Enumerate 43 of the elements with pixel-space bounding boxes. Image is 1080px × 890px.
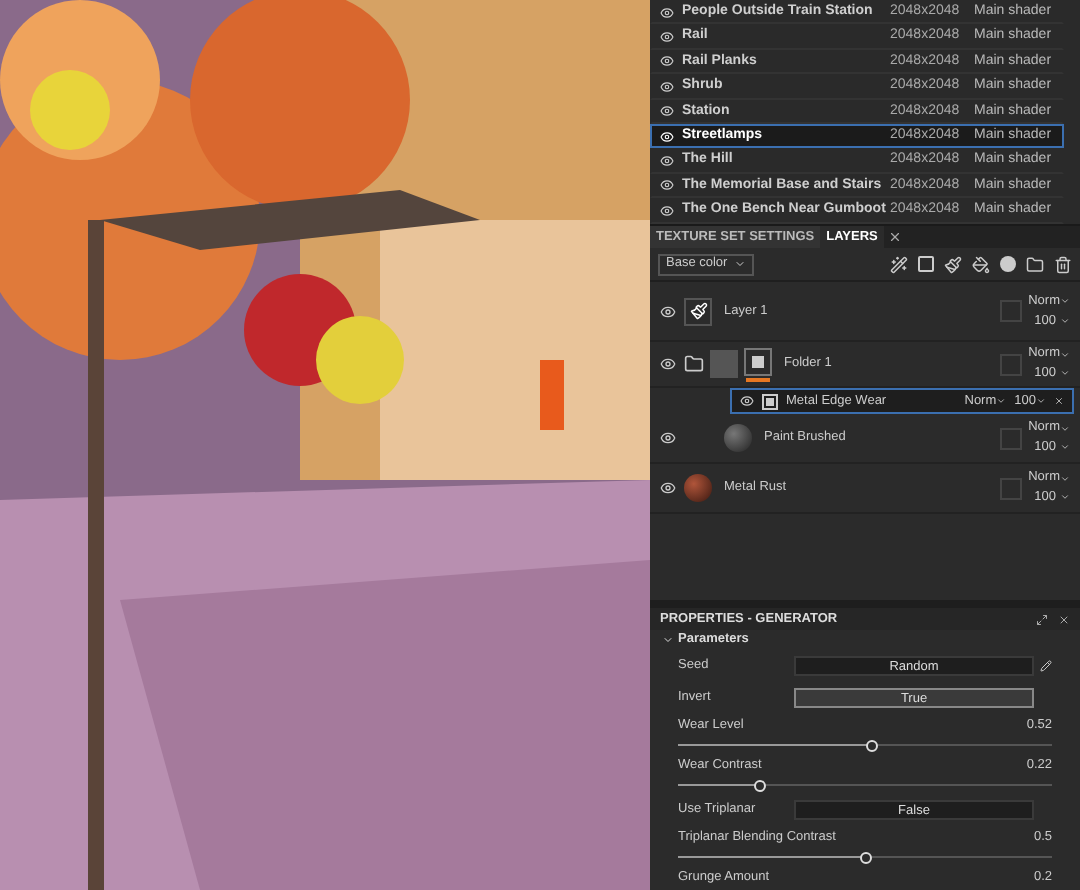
layer-mask-slot [1000, 477, 1023, 499]
fill-layer-icon[interactable] [972, 255, 990, 273]
delete-icon[interactable] [1054, 255, 1072, 273]
eye-icon [660, 104, 674, 119]
paint-layer-icon[interactable] [944, 255, 962, 273]
add-folder-icon[interactable] [1026, 255, 1044, 273]
generator-icon [762, 393, 778, 409]
mask-underline [746, 377, 770, 381]
mask-add-icon[interactable] [918, 256, 934, 272]
slider-thumb[interactable] [754, 779, 767, 792]
eye-icon [660, 154, 674, 169]
mask-thumbnail-icon [710, 350, 738, 378]
eye-icon [660, 203, 674, 218]
sphere-thumbnail-icon [724, 424, 752, 452]
effect-wand-icon[interactable] [890, 255, 908, 273]
brush-thumbnail-icon [684, 297, 712, 325]
eye-icon [660, 178, 674, 193]
layer-mask-slot [1000, 427, 1023, 449]
caret-icon [996, 396, 1007, 406]
eye-icon [660, 129, 674, 144]
caret-icon [1036, 396, 1046, 406]
smart-material-icon[interactable] [1000, 256, 1016, 272]
layer-mask-slot [1000, 300, 1023, 322]
eye-icon [660, 54, 674, 69]
visibility-eye-icon[interactable] [660, 480, 676, 496]
generator-thumbnail-icon [744, 347, 772, 375]
eye-icon [660, 5, 674, 20]
visibility-eye-icon[interactable] [660, 356, 676, 372]
eye-icon [660, 30, 674, 45]
close-icon[interactable] [887, 230, 902, 244]
edit-pencil-icon[interactable] [1040, 660, 1052, 672]
visibility-eye-icon[interactable] [660, 303, 676, 319]
sphere-thumbnail-icon [684, 474, 712, 502]
slider-thumb[interactable] [866, 739, 879, 752]
folder-icon [684, 354, 704, 374]
caret-icon [733, 258, 746, 270]
slider-thumb[interactable] [859, 851, 871, 864]
close-icon[interactable] [1058, 613, 1070, 625]
visibility-eye-icon[interactable] [660, 430, 676, 446]
layer-mask-slot [1000, 353, 1023, 375]
eye-icon [660, 79, 674, 94]
chevron-down-icon [662, 634, 674, 646]
visibility-eye-icon[interactable] [740, 394, 754, 408]
